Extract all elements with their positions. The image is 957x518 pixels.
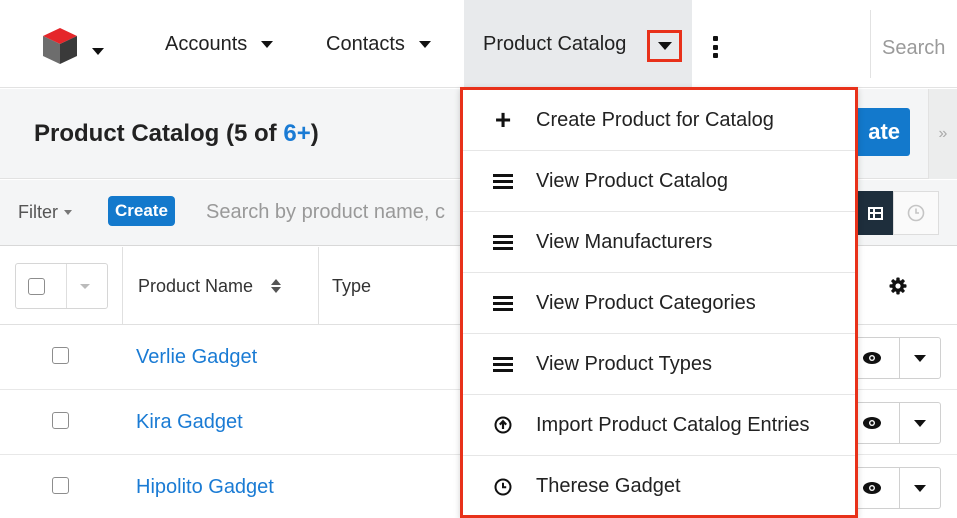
chevron-down-icon[interactable] — [80, 284, 90, 289]
more-records-link[interactable]: 6+ — [283, 120, 310, 147]
product-name-link[interactable]: Verlie Gadget — [136, 325, 257, 390]
chevron-down-icon — [657, 42, 672, 50]
list-icon — [493, 355, 513, 373]
menu-item-import-product-catalog[interactable]: Import Product Catalog Entries — [463, 395, 855, 456]
create-filter-label: Create — [115, 201, 168, 220]
product-name-link[interactable]: Hipolito Gadget — [136, 455, 274, 518]
table-icon — [867, 206, 883, 220]
list-icon — [493, 233, 513, 251]
row-actions — [855, 467, 941, 509]
chevron-down-icon[interactable] — [418, 40, 431, 48]
list-view-toggle-button[interactable] — [857, 191, 893, 235]
menu-item-recent-therese-gadget[interactable]: Therese Gadget — [463, 456, 855, 517]
menu-item-view-product-categories[interactable]: View Product Categories — [463, 273, 855, 334]
clock-icon — [494, 478, 512, 495]
menu-item-label: View Product Types — [536, 352, 713, 375]
list-icon — [493, 294, 513, 312]
page-title-text: Product Catalog — [34, 120, 220, 147]
menu-item-label: View Product Catalog — [536, 169, 728, 192]
chevron-down-icon[interactable] — [914, 485, 926, 492]
upload-icon — [494, 416, 512, 434]
eye-icon[interactable] — [862, 479, 882, 497]
record-count-text: (5 of — [226, 120, 284, 147]
product-catalog-menu-toggle[interactable] — [647, 30, 682, 62]
menu-item-label: View Product Categories — [536, 291, 756, 314]
chevron-down-icon[interactable] — [261, 40, 274, 48]
column-settings-button[interactable] — [878, 247, 918, 325]
nav-divider — [870, 10, 871, 78]
nav-tab-contacts[interactable]: Contacts — [326, 0, 431, 88]
nav-tab-product-catalog-label: Product Catalog — [483, 32, 627, 55]
sort-icon[interactable] — [271, 279, 282, 293]
select-all-checkbox[interactable] — [28, 278, 45, 295]
sidebar-toggle[interactable]: » — [928, 89, 957, 179]
logo-menu-caret-icon[interactable] — [92, 42, 104, 60]
create-record-button-label: ate — [868, 119, 900, 144]
mass-select-dropdown[interactable] — [15, 263, 108, 309]
more-modules-icon[interactable] — [712, 36, 718, 58]
list-icon — [493, 172, 513, 190]
filter-dropdown[interactable]: Filter — [18, 196, 72, 228]
menu-item-label: Create Product for Catalog — [536, 108, 774, 131]
menu-item-view-product-types[interactable]: View Product Types — [463, 334, 855, 395]
menu-item-label: Therese Gadget — [536, 475, 681, 497]
record-count-close: ) — [310, 120, 319, 147]
menu-item-label: View Manufacturers — [536, 230, 713, 253]
clock-icon — [907, 204, 925, 222]
column-header-product-name[interactable]: Product Name — [138, 247, 282, 325]
chevron-down-icon[interactable] — [914, 355, 926, 362]
product-name-link[interactable]: Kira Gadget — [136, 390, 243, 455]
sugar-cube-logo-icon[interactable] — [40, 26, 80, 66]
column-header-label: Product Name — [138, 275, 254, 296]
row-checkbox[interactable] — [52, 412, 69, 429]
product-catalog-dropdown-menu: + Create Product for Catalog View Produc… — [460, 87, 858, 518]
row-checkbox[interactable] — [52, 347, 69, 364]
eye-icon[interactable] — [862, 414, 882, 432]
list-search-input[interactable] — [196, 194, 464, 230]
menu-item-view-manufacturers[interactable]: View Manufacturers — [463, 212, 855, 273]
chevron-down-icon — [64, 209, 72, 215]
row-actions — [855, 402, 941, 444]
menu-item-label: Import Product Catalog Entries — [536, 413, 810, 436]
nav-tab-accounts-label: Accounts — [165, 32, 248, 55]
menu-item-create-product[interactable]: + Create Product for Catalog — [463, 90, 855, 151]
eye-icon[interactable] — [862, 349, 882, 367]
menu-item-view-product-catalog[interactable]: View Product Catalog — [463, 151, 855, 212]
row-checkbox[interactable] — [52, 477, 69, 494]
row-actions — [855, 337, 941, 379]
page-title: Product Catalog (5 of 6+) — [34, 120, 319, 148]
global-search-input[interactable] — [872, 28, 957, 68]
column-header-label: Type — [332, 275, 372, 296]
nav-tab-contacts-label: Contacts — [326, 32, 405, 55]
chevron-down-icon[interactable] — [914, 420, 926, 427]
nav-tab-accounts[interactable]: Accounts — [165, 0, 274, 88]
activity-stream-toggle-button[interactable] — [893, 191, 939, 235]
filter-label: Filter — [18, 201, 58, 222]
plus-icon: + — [494, 104, 512, 135]
top-navigation-bar: Accounts Contacts Product Catalog — [0, 0, 957, 88]
column-header-type[interactable]: Type — [332, 247, 371, 325]
create-filter-button[interactable]: Create — [108, 196, 175, 226]
gear-icon — [889, 277, 907, 295]
double-chevron-right-icon: » — [938, 125, 948, 142]
